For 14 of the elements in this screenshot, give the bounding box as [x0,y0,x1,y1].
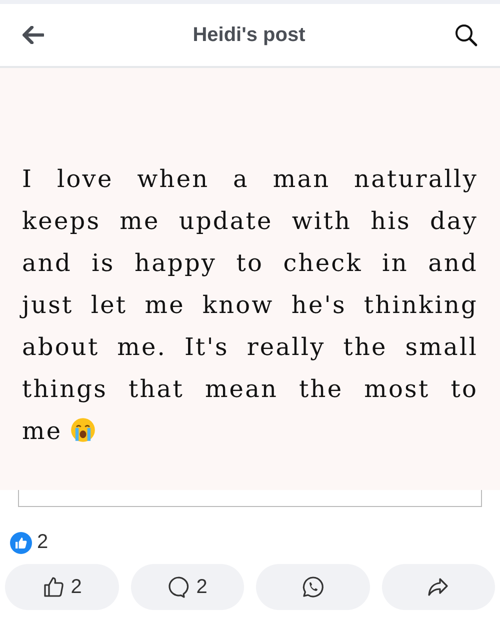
back-arrow-icon[interactable] [22,26,44,44]
search-icon[interactable] [454,23,478,47]
crying-face-icon [70,417,96,443]
page-title: Heidi's post [192,24,306,46]
thumbs-up-icon [42,575,66,599]
like-reaction-icon [10,532,32,554]
whatsapp-icon [300,575,325,599]
share-arrow-icon [426,575,450,599]
whatsapp-button[interactable] [256,564,370,610]
post-text: I love when a man naturally keeps me update with his day and is happy to check in and just let me know he's thinking about me. It's really the small things that mean the most to me [22,158,478,452]
reaction-count: 2 [37,531,48,554]
like-button[interactable]: 2 [5,564,118,610]
comment-button[interactable]: 2 [130,564,244,610]
comment-icon [167,575,192,599]
